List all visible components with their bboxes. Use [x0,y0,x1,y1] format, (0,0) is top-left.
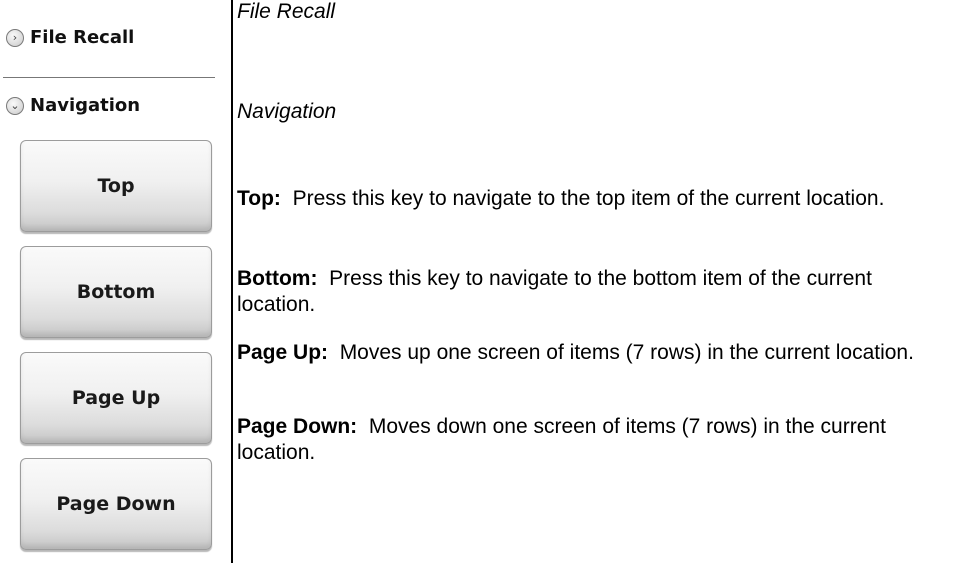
file-recall-heading: File Recall [237,0,336,23]
top-text: Press this key to navigate to the top it… [292,187,885,210]
top-button-label: Top [97,175,135,197]
column-divider [231,0,233,563]
chevron-down-circle-icon: ⌄ [6,96,24,115]
chevron-right-circle-icon: › [6,28,24,47]
top-description: Top: Press this key to navigate to the t… [237,186,952,212]
top-term: Top: [237,187,281,210]
page-up-text: Moves up one screen of items (7 rows) in… [339,341,914,364]
soft-key-menu: › File Recall ⌄ Navigation Top Bottom Pa… [0,0,231,563]
navigation-heading: Navigation [237,100,337,123]
top-button[interactable]: Top [20,140,212,232]
bottom-button[interactable]: Bottom [20,246,212,338]
page-up-button-label: Page Up [71,387,161,409]
page-down-description: Page Down: Moves down one screen of item… [237,414,952,466]
navigation-label: Navigation [30,95,141,116]
bottom-button-label: Bottom [76,281,156,303]
page-up-description: Page Up: Moves up one screen of items (7… [237,340,952,366]
page-down-button-label: Page Down [56,493,176,515]
file-recall-header[interactable]: › File Recall [6,27,134,48]
page-up-term: Page Up: [237,341,329,364]
bottom-text: Press this key to navigate to the bottom… [237,267,872,316]
menu-separator [3,77,215,78]
navigation-header[interactable]: ⌄ Navigation [6,95,140,116]
page-down-button[interactable]: Page Down [20,458,212,550]
file-recall-label: File Recall [30,27,135,48]
page-down-term: Page Down: [237,415,358,438]
bottom-description: Bottom: Press this key to navigate to th… [237,266,952,318]
page-up-button[interactable]: Page Up [20,352,212,444]
bottom-term: Bottom: [237,267,318,290]
